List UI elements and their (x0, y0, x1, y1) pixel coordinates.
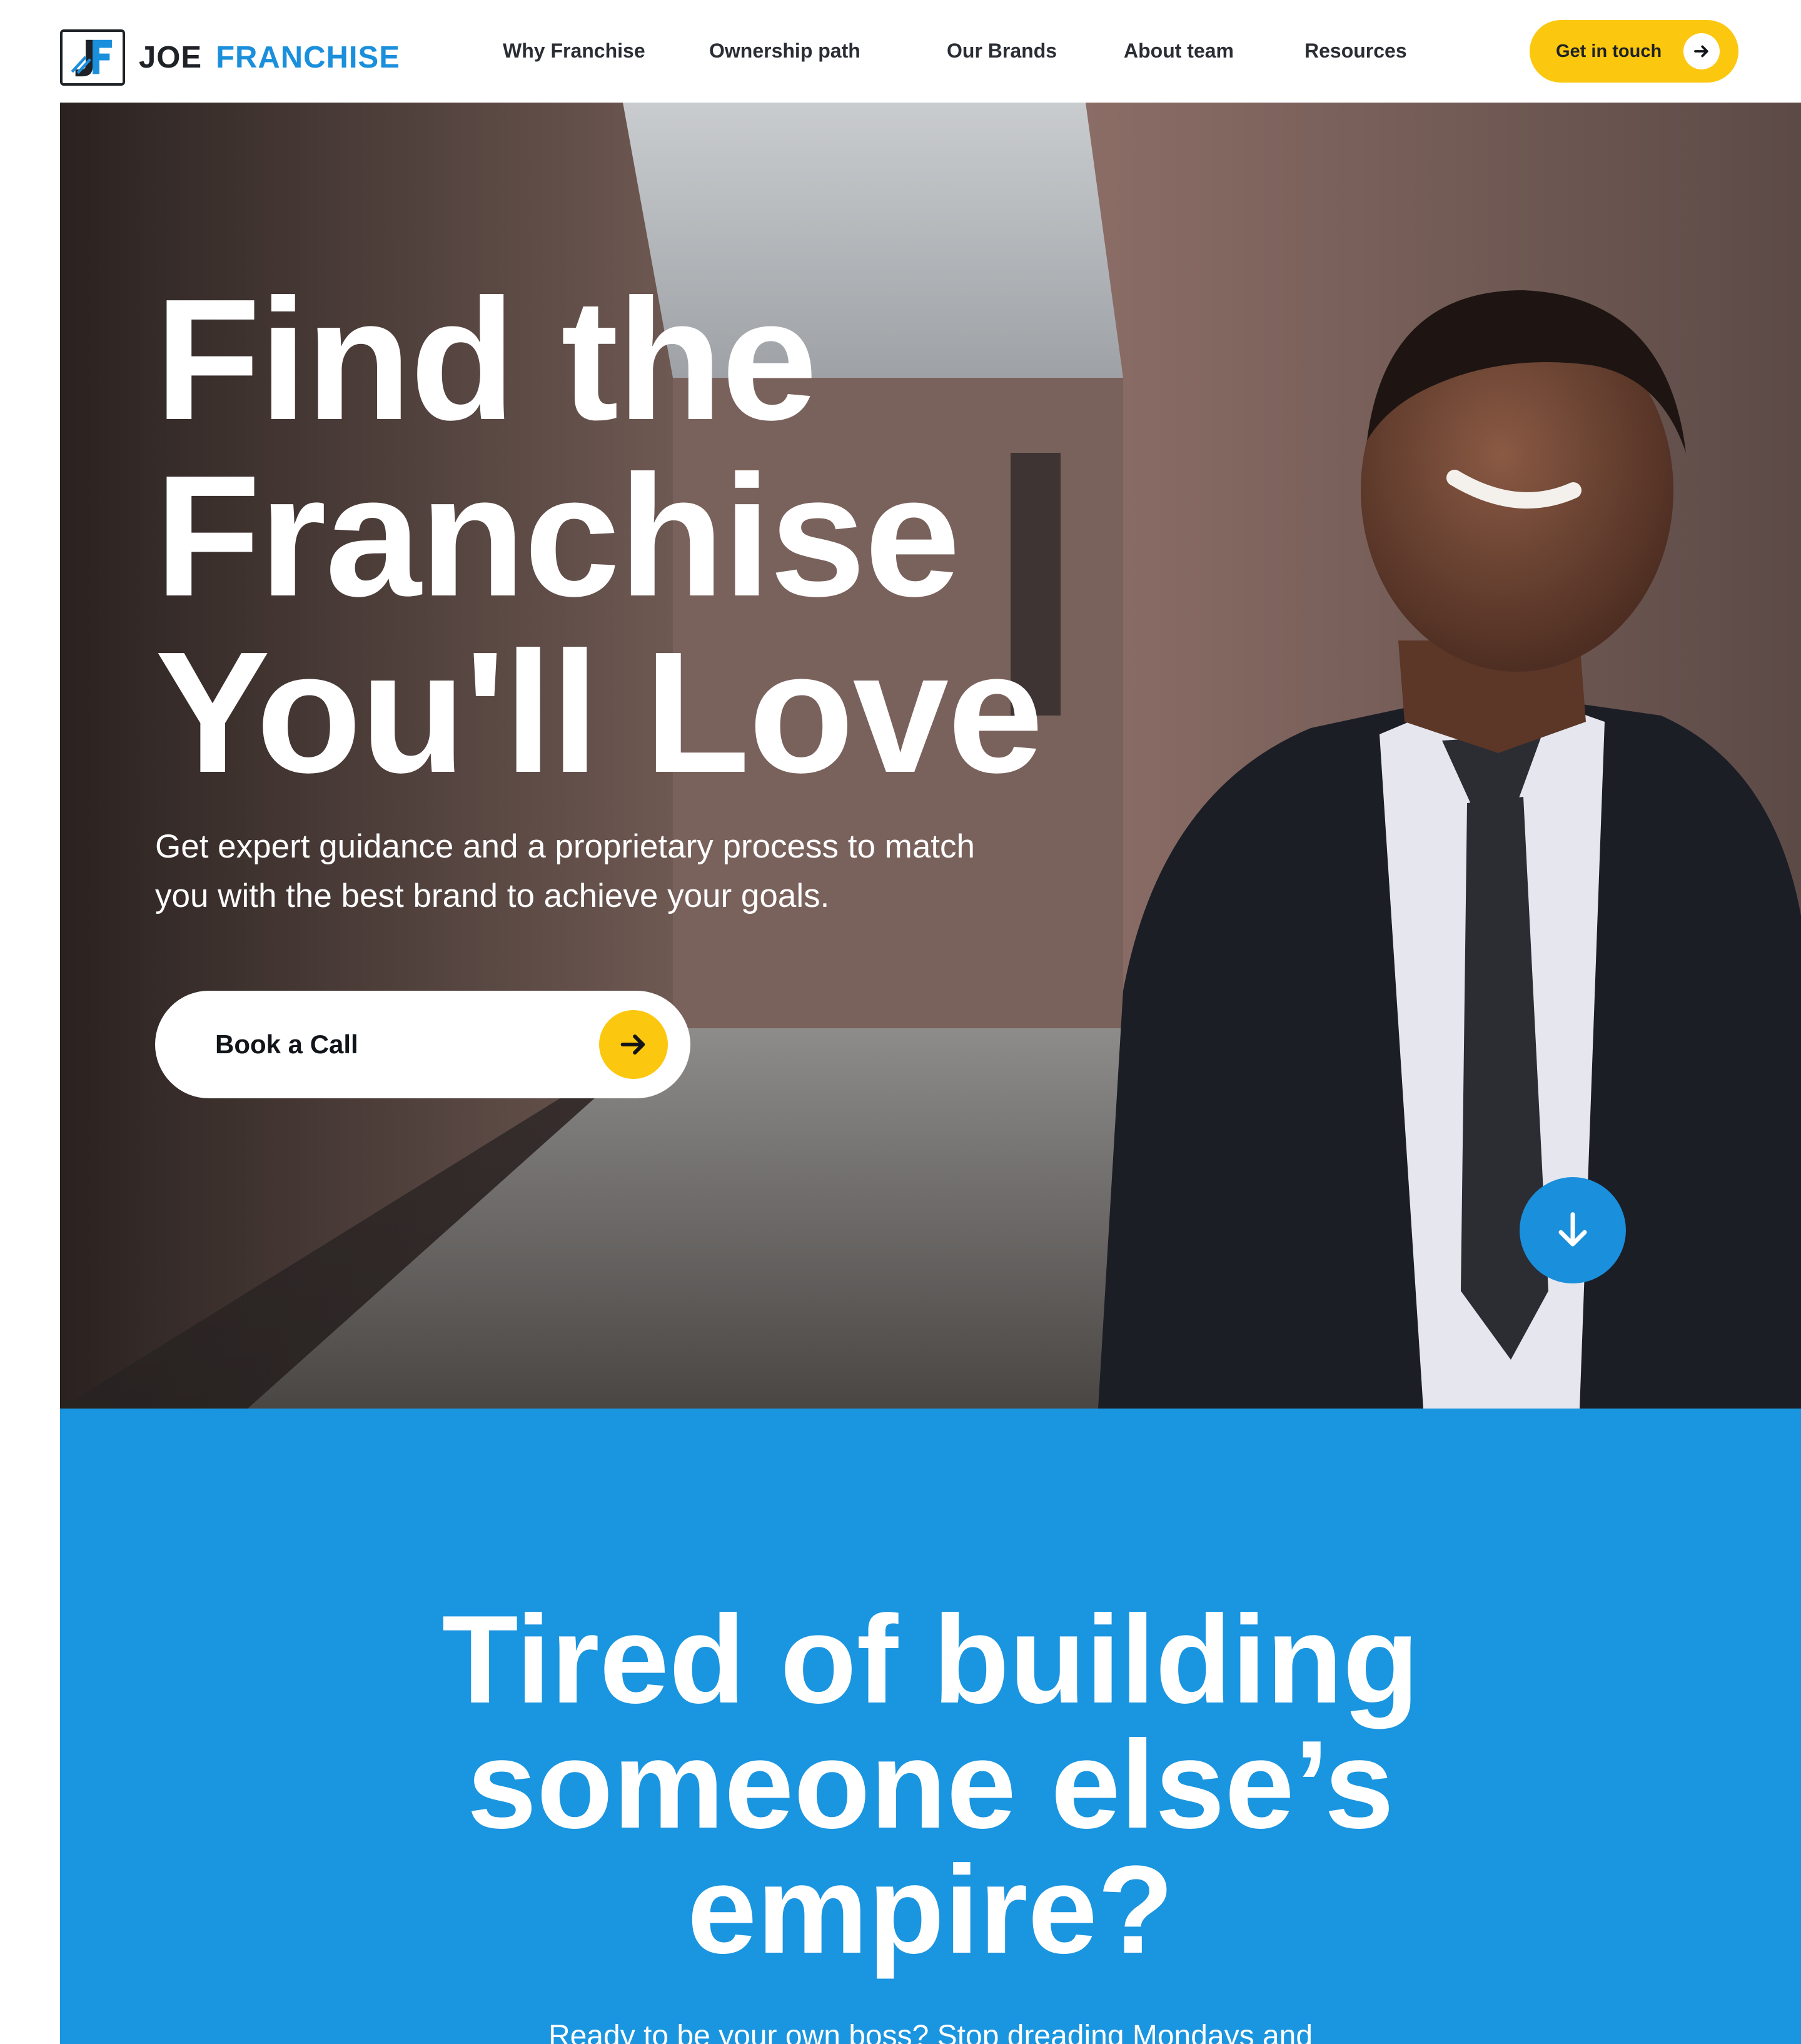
nav-resources[interactable]: Resources (1304, 35, 1407, 66)
hero-title-line: Franchise (155, 440, 961, 632)
nav-ownership-path[interactable]: Ownership path (709, 35, 860, 66)
empire-section: Tired of building someone else’s empire?… (60, 1409, 1801, 2044)
hero-title-line: Find the (155, 263, 817, 456)
hero-title: Find the Franchise You'll Love (155, 263, 1044, 809)
empire-title-line: someone else’s (467, 1715, 1395, 1854)
get-in-touch-label: Get in touch (1556, 41, 1662, 61)
hero-title-line: You'll Love (155, 616, 1044, 809)
hero-section: Find the Franchise You'll Love Get exper… (60, 103, 1801, 1409)
hero-subtitle: Get expert guidance and a proprietary pr… (155, 828, 975, 914)
brand-wordmark: JOE FRANCHISE (139, 40, 400, 75)
scroll-down-button[interactable] (1520, 1177, 1626, 1283)
empire-title-line: Tired of building (441, 1590, 1420, 1729)
empire-subtitle: Ready to be your own boss? Stop dreading… (548, 2020, 1313, 2044)
site-header: JOE FRANCHISE Why Franchise Ownership pa… (0, 0, 1801, 103)
nav-our-brands[interactable]: Our Brands (947, 35, 1057, 66)
brand-name-franchise: FRANCHISE (216, 41, 400, 74)
jf-monogram-icon (60, 29, 125, 86)
brand-name-joe: JOE (139, 41, 203, 74)
arrow-down-icon (1549, 1207, 1597, 1254)
brand-logo[interactable]: JOE FRANCHISE (60, 28, 400, 88)
empire-title: Tired of building someone else’s empire? (60, 1597, 1801, 1973)
get-in-touch-button[interactable]: Get in touch (1530, 20, 1738, 83)
arrow-right-icon (1683, 33, 1720, 69)
book-a-call-label: Book a Call (215, 1030, 358, 1059)
nav-about-team[interactable]: About team (1124, 35, 1234, 66)
nav-why-franchise[interactable]: Why Franchise (503, 35, 645, 66)
book-a-call-button[interactable]: Book a Call (155, 991, 690, 1098)
arrow-right-icon (599, 1010, 668, 1079)
empire-title-line: empire? (687, 1840, 1174, 1980)
